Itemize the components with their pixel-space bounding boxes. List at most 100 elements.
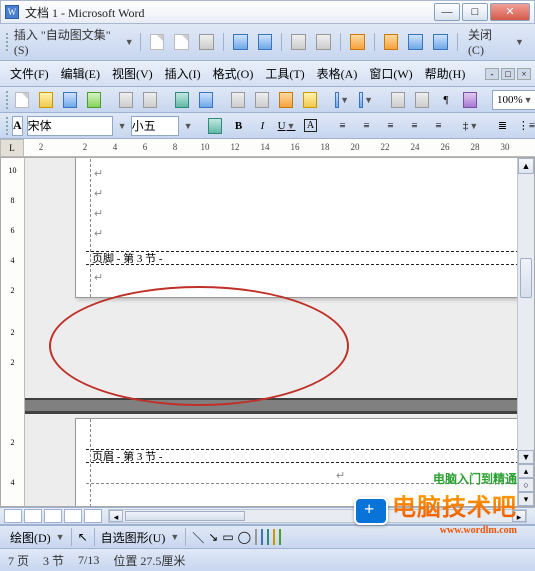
line-tool-button[interactable]: ＼ (192, 529, 204, 546)
copy-button[interactable] (252, 90, 272, 110)
spellcheck-button[interactable] (172, 90, 192, 110)
toolbar-grip[interactable] (6, 33, 10, 51)
save-button[interactable] (60, 90, 80, 110)
outline-view-button[interactable] (64, 509, 82, 523)
horizontal-ruler[interactable]: 2 2 4 6 8 10 12 14 16 18 20 22 24 26 28 … (24, 139, 535, 157)
autoshapes-menu[interactable]: 自选图形(U) (101, 529, 166, 546)
print-preview-button[interactable] (140, 90, 160, 110)
date-button[interactable] (230, 32, 251, 52)
rectangle-tool-button[interactable]: ▭ (222, 530, 233, 545)
toolbar-options-button[interactable]: ▼ (509, 32, 529, 52)
new-doc-button[interactable] (12, 90, 32, 110)
doc-close-button[interactable]: × (517, 68, 531, 80)
align-right-button[interactable]: ≡ (381, 116, 401, 136)
web-view-button[interactable] (24, 509, 42, 523)
print-layout-view-button[interactable] (44, 509, 62, 523)
hscroll-thumb[interactable] (125, 511, 245, 521)
menu-file[interactable]: 文件(F) (4, 63, 55, 84)
scroll-right-button[interactable]: ▸ (512, 510, 526, 522)
show-hide-marks-button[interactable]: ¶ (436, 90, 456, 110)
distribute-button[interactable]: ≡ (429, 116, 449, 136)
menu-table[interactable]: 表格(A) (311, 63, 364, 84)
show-previous-button[interactable] (405, 32, 426, 52)
paste-button[interactable] (276, 90, 296, 110)
align-center-button[interactable]: ≡ (357, 116, 377, 136)
menu-format[interactable]: 格式(O) (207, 63, 260, 84)
justify-button[interactable]: ≡ (405, 116, 425, 136)
select-browse-object-button[interactable]: ○ (518, 478, 534, 492)
window-maximize-button[interactable]: □ (462, 3, 488, 21)
oval-tool-button[interactable]: ◯ (238, 530, 251, 545)
zoom-combo[interactable]: 100%▼ (492, 90, 535, 110)
phonetic-button[interactable] (205, 116, 225, 136)
menu-view[interactable]: 视图(V) (106, 63, 159, 84)
draw-menu[interactable]: 绘图(D) (10, 529, 51, 546)
window-close-button[interactable]: ✕ (490, 3, 530, 21)
page-count-button[interactable] (171, 32, 192, 52)
menu-edit[interactable]: 编辑(E) (55, 63, 106, 84)
insert-picture-button[interactable] (279, 530, 281, 545)
diagram-button[interactable] (267, 530, 269, 545)
page-setup-button[interactable] (288, 32, 309, 52)
footer-section-label: 页脚 - 第 3 节 - (86, 251, 535, 265)
undo-button[interactable]: ▼ (332, 90, 352, 110)
research-button[interactable] (196, 90, 216, 110)
time-button[interactable] (255, 32, 276, 52)
std-grip[interactable] (6, 91, 8, 109)
normal-view-button[interactable] (4, 509, 22, 523)
doc-restore-button[interactable]: □ (501, 68, 515, 80)
bullets-button[interactable]: ⋮≡ (517, 116, 535, 136)
vertical-ruler[interactable]: 10 8 6 4 2 2 2 2 4 (1, 158, 25, 506)
switch-header-footer-button[interactable] (381, 32, 402, 52)
bold-button[interactable]: B (229, 116, 249, 136)
page-number-button[interactable] (147, 32, 168, 52)
doc-map-button[interactable] (460, 90, 480, 110)
numbering-button[interactable]: ≣ (493, 116, 513, 136)
menu-window[interactable]: 窗口(W) (363, 63, 418, 84)
scroll-thumb[interactable] (520, 258, 532, 298)
italic-button[interactable]: I (253, 116, 273, 136)
line-spacing-button[interactable]: ‡▼ (461, 116, 481, 136)
cut-button[interactable] (228, 90, 248, 110)
align-left-button[interactable]: ≡ (333, 116, 353, 136)
print-button[interactable] (116, 90, 136, 110)
format-page-number-button[interactable] (196, 32, 217, 52)
permission-button[interactable] (84, 90, 104, 110)
font-name-combo[interactable] (27, 116, 113, 136)
prev-page-button[interactable]: ▴ (518, 464, 534, 478)
document-canvas[interactable]: 10 8 6 4 2 2 2 2 4 ↵ ↵ ↵ ↵ 页脚 - 第 3 节 - … (0, 157, 535, 507)
vertical-scrollbar[interactable]: ▲ ▼ ▴ ○ ▾ (517, 158, 534, 506)
show-next-button[interactable] (430, 32, 451, 52)
scroll-left-button[interactable]: ◂ (109, 510, 123, 522)
insert-autotext-menu[interactable]: 插入 "自动图文集" (S) (14, 26, 120, 58)
arrow-tool-button[interactable]: ↘ (208, 530, 218, 545)
format-painter-button[interactable] (300, 90, 320, 110)
insert-table-button[interactable] (388, 90, 408, 110)
clipart-button[interactable] (273, 530, 275, 545)
wordart-button[interactable] (261, 530, 263, 545)
same-as-previous-button[interactable] (347, 32, 368, 52)
scroll-up-button[interactable]: ▲ (518, 158, 534, 174)
close-header-footer-button[interactable]: 关闭(C) (468, 26, 505, 58)
fmt-grip[interactable] (6, 117, 8, 135)
open-button[interactable] (36, 90, 56, 110)
textbox-button[interactable] (255, 530, 257, 545)
ruler-corner[interactable]: L (0, 139, 24, 157)
menu-tools[interactable]: 工具(T) (259, 63, 310, 84)
doc-minimize-button[interactable]: - (485, 68, 499, 80)
scroll-down-button[interactable]: ▼ (518, 450, 534, 464)
horizontal-scrollbar[interactable]: ◂ ▸ (108, 509, 527, 523)
char-border-button[interactable]: A (301, 116, 321, 136)
reading-view-button[interactable] (84, 509, 102, 523)
select-objects-button[interactable]: ↖ (78, 530, 88, 545)
next-page-button[interactable]: ▾ (518, 492, 534, 506)
window-minimize-button[interactable]: — (434, 3, 460, 21)
redo-button[interactable]: ▼ (356, 90, 376, 110)
columns-button[interactable] (412, 90, 432, 110)
menu-insert[interactable]: 插入(I) (159, 63, 207, 84)
font-size-combo[interactable] (131, 116, 179, 136)
underline-button[interactable]: U▼ (277, 116, 297, 136)
show-hide-doc-text-button[interactable] (313, 32, 334, 52)
style-dropdown[interactable]: A (12, 116, 23, 136)
menu-help[interactable]: 帮助(H) (419, 63, 472, 84)
